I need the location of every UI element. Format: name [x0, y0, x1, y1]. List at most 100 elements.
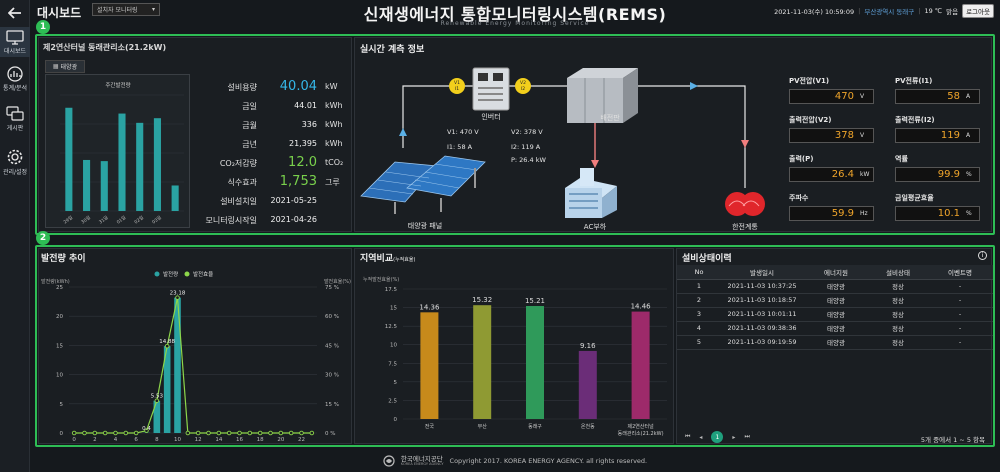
sidebar-item-settings[interactable]: 관리/설정 [0, 148, 30, 178]
metric-value: 2021-05-25 [270, 196, 318, 205]
table-cell: 정상 [869, 307, 927, 322]
metric-key: 식수효과 [227, 178, 257, 187]
monitor-icon [6, 30, 24, 45]
legend-gen-label: 발전량 [163, 270, 178, 278]
legend-eff-swatch [184, 271, 190, 277]
pagination: ⏮ ◂ 1 ▸ ⏭ [685, 431, 750, 443]
chart-icon [7, 66, 23, 82]
datetime: 2021-11-03(수) 10:59:09 [774, 8, 855, 16]
gen-bar [153, 400, 161, 433]
readout-value: 10.1 [937, 208, 960, 219]
eff-point [268, 430, 273, 436]
table-cell: 태양광 [803, 293, 869, 308]
sidebar-item-label: 대시보드 [3, 48, 27, 55]
gen-ytick-right: 60 % [325, 314, 339, 320]
table-cell: 3 [677, 307, 721, 322]
readout-value: 378 [834, 130, 854, 141]
region-ytick: 10 [390, 343, 397, 349]
mini-xtick: 01일 [115, 214, 127, 225]
history-col-header: No [677, 265, 721, 280]
table-row[interactable]: 2 2021-11-03 10:18:57 태양광 정상 - [677, 293, 993, 308]
readout-box: 470 V [789, 89, 874, 104]
table-row[interactable]: 5 2021-11-03 09:19:59 태양광 정상 - [677, 335, 993, 350]
back-button[interactable] [0, 2, 30, 24]
readout-6: 주파수 59.9 Hz [789, 193, 874, 221]
readout-value: 99.9 [937, 169, 960, 180]
table-row[interactable]: 3 2021-11-03 10:01:11 태양광 정상 - [677, 307, 993, 322]
gen-xtick: 2 [93, 437, 97, 443]
flow-diagram: V1 I1 V2 I2 인버터 배전판 V1: 470 V I1: 58 A V… [360, 67, 765, 231]
region-data-label: 14.36 [419, 303, 440, 311]
eff-point [82, 430, 87, 436]
gen-xtick: 16 [236, 437, 243, 443]
solar-panel-label: 태양광 패널 [408, 221, 442, 230]
info-icon[interactable]: i [978, 251, 987, 260]
table-cell: 정상 [869, 321, 927, 336]
region-xtick: 부산 [478, 423, 488, 430]
distribution-panel-label: 배전판 [600, 113, 620, 122]
sidebar-item-dashboard[interactable]: 대시보드 [0, 27, 30, 57]
readout-unit: % [966, 171, 972, 178]
region-bar [526, 306, 544, 419]
readout-2: 출력전압(V2) 378 V [789, 115, 874, 143]
history-col-header[interactable]: 발생일시 [721, 265, 803, 280]
power-grid-icon [725, 192, 765, 216]
table-cell: 4 [677, 321, 721, 336]
metric-key: 설비용량 [227, 83, 257, 92]
table-cell: 2021-11-03 10:01:11 [721, 307, 803, 322]
gen-data-label: 5.53 [151, 394, 164, 400]
metric-row: 모니터링시작일 2021-04-26 [181, 215, 351, 229]
eff-point [309, 430, 315, 436]
readout-key: 역률 [895, 155, 908, 163]
gen-ytick: 5 [60, 402, 64, 408]
region-ytick: 7.5 [388, 361, 397, 367]
gen-xtick: 4 [114, 437, 118, 443]
readout-box: 59.9 Hz [789, 206, 874, 221]
gen-xtick: 14 [215, 437, 222, 443]
table-cell: 2021-11-03 10:18:57 [721, 293, 803, 308]
readout-key: 주파수 [789, 194, 809, 202]
page-current[interactable]: 1 [711, 431, 724, 443]
metric-unit: kWh [325, 139, 343, 148]
region-data-label: 15.32 [472, 296, 492, 304]
eff-point [257, 430, 263, 436]
v2-badge-text: V2 [520, 80, 526, 86]
table-row[interactable]: 1 2021-11-03 10:37:25 태양광 정상 - [677, 279, 993, 294]
next-page-icon[interactable]: ▸ [732, 434, 735, 441]
tab-solar[interactable]: ▦ 태양광 [45, 60, 85, 73]
eff-point [102, 430, 108, 436]
metric-key: 금월 [242, 121, 257, 130]
mini-xtick: 31일 [97, 214, 109, 225]
sidebar-item-statistics[interactable]: 통계/분석 [0, 66, 30, 96]
eff-point [133, 430, 139, 436]
table-cell: 태양광 [803, 307, 869, 322]
gen-ytick: 20 [56, 314, 63, 320]
metric-key: CO₂저감량 [219, 159, 257, 168]
table-row[interactable]: 4 2021-11-03 09:38:36 태양광 정상 - [677, 321, 993, 336]
region-ylabel: 누적발전효율(%) [363, 276, 399, 283]
last-page-icon[interactable]: ⏭ [744, 433, 749, 441]
gen-ytick-right: 0 % [325, 431, 335, 437]
table-cell: - [927, 335, 993, 350]
region-xtick: 전국 [425, 423, 435, 430]
metric-row: 금년 21,395 kWh [181, 139, 351, 153]
table-cell: 정상 [869, 293, 927, 308]
prev-page-icon[interactable]: ◂ [699, 434, 702, 441]
first-page-icon[interactable]: ⏮ [685, 433, 690, 441]
table-cell: - [927, 307, 993, 322]
gen-ytick: 15 [56, 343, 63, 349]
app-root: 대시보드 통계/분석 게시판 관리/설정 대시보드 설치자 모니터링 ▾ 신재생… [0, 0, 1000, 472]
region-ytick: 5 [394, 380, 398, 386]
region-xtick: 동래구 [528, 423, 542, 430]
table-cell: 정상 [869, 335, 927, 350]
sidebar-item-board[interactable]: 게시판 [0, 106, 30, 136]
wire-panel-grid [635, 85, 746, 188]
table-cell: - [927, 321, 993, 336]
eff-point [185, 430, 191, 436]
table-cell: 태양광 [803, 335, 869, 350]
mini-bar [83, 159, 91, 211]
readout-1: PV전류(I1) 58 A [895, 76, 980, 104]
metric-unit: 그루 [325, 178, 340, 187]
logout-button[interactable]: 로그아웃 [962, 4, 994, 18]
eff-point [206, 430, 211, 436]
